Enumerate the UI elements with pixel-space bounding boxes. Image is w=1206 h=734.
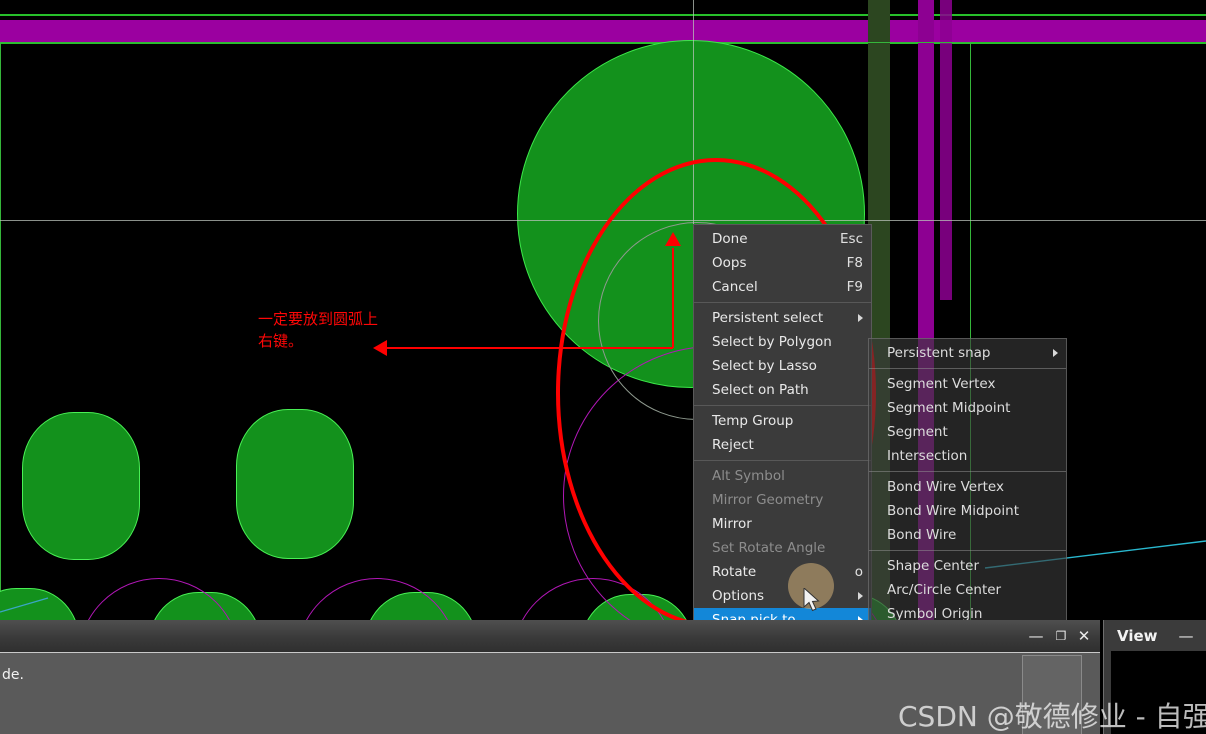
- context-menu-item-set-rotate-angle: Set Rotate Angle: [694, 536, 871, 560]
- context-menu-item-rotate[interactable]: Rotate o: [694, 560, 871, 584]
- snap-submenu-item-segment-vertex[interactable]: Segment Vertex: [869, 372, 1066, 396]
- status-message: de.: [2, 667, 24, 683]
- snap-submenu-item-label: Shape Center: [887, 558, 980, 574]
- snap-submenu-separator: [869, 368, 1066, 369]
- annotation-arrowhead-left: [373, 340, 387, 356]
- context-menu-item-label: Done: [712, 231, 748, 247]
- annotation-arrow-line-v: [672, 248, 674, 348]
- context-menu-separator: [694, 302, 871, 303]
- context-menu-item-label: Select by Lasso: [712, 358, 817, 374]
- snap-submenu-item-label: Bond Wire: [887, 527, 957, 543]
- trace-purple-horizontal: [0, 20, 1206, 42]
- snap-submenu-item-persistent-snap[interactable]: Persistent snap: [869, 341, 1066, 365]
- context-menu-separator: [694, 460, 871, 461]
- context-menu-item-label: Oops: [712, 255, 747, 271]
- pad-oval-1[interactable]: [22, 412, 140, 560]
- context-menu-item-shortcut: F9: [846, 279, 863, 295]
- context-menu-item-alt-symbol: Alt Symbol: [694, 464, 871, 488]
- annotation-arrow-line-h: [381, 347, 673, 349]
- snap-submenu-item-segment-midpoint[interactable]: Segment Midpoint: [869, 396, 1066, 420]
- context-menu[interactable]: Done Esc Oops F8 Cancel F9 Persistent select Se…: [693, 224, 872, 635]
- snap-submenu-item-bond-wire-vertex[interactable]: Bond Wire Vertex: [869, 475, 1066, 499]
- panel-title-band: [0, 620, 1100, 652]
- snap-submenu-item-label: Segment Midpoint: [887, 400, 1011, 416]
- context-menu-item-temp-group[interactable]: Temp Group: [694, 409, 871, 433]
- annotation-note: 一定要放到圆弧上 右键。: [258, 310, 379, 350]
- snap-submenu-item-bond-wire[interactable]: Bond Wire: [869, 523, 1066, 547]
- close-button[interactable]: ✕: [1073, 626, 1095, 646]
- context-menu-item-shortcut: Esc: [840, 231, 863, 247]
- snap-submenu-item-label: Intersection: [887, 448, 968, 464]
- context-menu-item-select-by-lasso[interactable]: Select by Lasso: [694, 354, 871, 378]
- snap-submenu-separator: [869, 550, 1066, 551]
- watermark-text: CSDN @敬德修业 - 自强不息: [898, 700, 1206, 733]
- snap-submenu-item-bond-wire-midpoint[interactable]: Bond Wire Midpoint: [869, 499, 1066, 523]
- context-menu-item-shortcut: o: [854, 564, 863, 580]
- context-menu-item-mirror[interactable]: Mirror: [694, 512, 871, 536]
- snap-submenu-item-label: Segment: [887, 424, 948, 440]
- context-menu-item-label: Persistent select: [712, 310, 824, 326]
- trace-edge-top: [0, 14, 1206, 16]
- chevron-right-icon: [858, 314, 863, 322]
- restore-button[interactable]: ❐: [1050, 626, 1072, 646]
- crosshair-horizontal: [0, 220, 1206, 221]
- context-menu-item-label: Alt Symbol: [712, 468, 785, 484]
- context-menu-item-oops[interactable]: Oops F8: [694, 251, 871, 275]
- context-menu-item-select-by-polygon[interactable]: Select by Polygon: [694, 330, 871, 354]
- snap-submenu-item-label: Bond Wire Vertex: [887, 479, 1004, 495]
- context-menu-item-label: Cancel: [712, 279, 758, 295]
- snap-submenu-item-shape-center[interactable]: Shape Center: [869, 554, 1066, 578]
- context-menu-item-label: Mirror: [712, 516, 752, 532]
- context-menu-item-done[interactable]: Done Esc: [694, 227, 871, 251]
- context-menu-item-label: Select on Path: [712, 382, 809, 398]
- snap-submenu-item-label: Bond Wire Midpoint: [887, 503, 1019, 519]
- mouse-cursor-icon: [803, 588, 820, 612]
- chevron-right-icon: [858, 592, 863, 600]
- context-menu-item-reject[interactable]: Reject: [694, 433, 871, 457]
- snap-submenu-item-intersection[interactable]: Intersection: [869, 444, 1066, 468]
- snap-submenu-item-label: Persistent snap: [887, 345, 991, 361]
- snap-submenu-separator: [869, 471, 1066, 472]
- view-minimize-button[interactable]: —: [1175, 626, 1197, 646]
- context-menu-item-persistent-select[interactable]: Persistent select: [694, 306, 871, 330]
- context-menu-separator: [694, 405, 871, 406]
- application-screenshot: 一定要放到圆弧上 右键。 Done Esc Oops F8 Cancel F9 Persis…: [0, 0, 1206, 734]
- annotation-arrowhead-up: [665, 232, 681, 246]
- context-menu-item-shortcut: F8: [846, 255, 863, 271]
- view-window-title: View: [1117, 627, 1158, 645]
- minimize-button[interactable]: —: [1025, 626, 1047, 646]
- context-menu-item-label: Mirror Geometry: [712, 492, 824, 508]
- context-menu-item-select-on-path[interactable]: Select on Path: [694, 378, 871, 402]
- context-menu-item-label: Set Rotate Angle: [712, 540, 826, 556]
- snap-submenu-item-label: Arc/Circle Center: [887, 582, 1002, 598]
- chevron-right-icon: [1053, 349, 1058, 357]
- pad-oval-2[interactable]: [236, 409, 354, 559]
- context-menu-item-mirror-geometry: Mirror Geometry: [694, 488, 871, 512]
- snap-submenu-item-segment[interactable]: Segment: [869, 420, 1066, 444]
- context-menu-item-options[interactable]: Options: [694, 584, 871, 608]
- snap-submenu-item-label: Segment Vertex: [887, 376, 996, 392]
- context-menu-item-label: Reject: [712, 437, 754, 453]
- context-menu-item-label: Temp Group: [712, 413, 794, 429]
- context-menu-item-cancel[interactable]: Cancel F9: [694, 275, 871, 299]
- context-menu-item-label: Select by Polygon: [712, 334, 832, 350]
- snap-submenu-item-arc-circle-center[interactable]: Arc/Circle Center: [869, 578, 1066, 602]
